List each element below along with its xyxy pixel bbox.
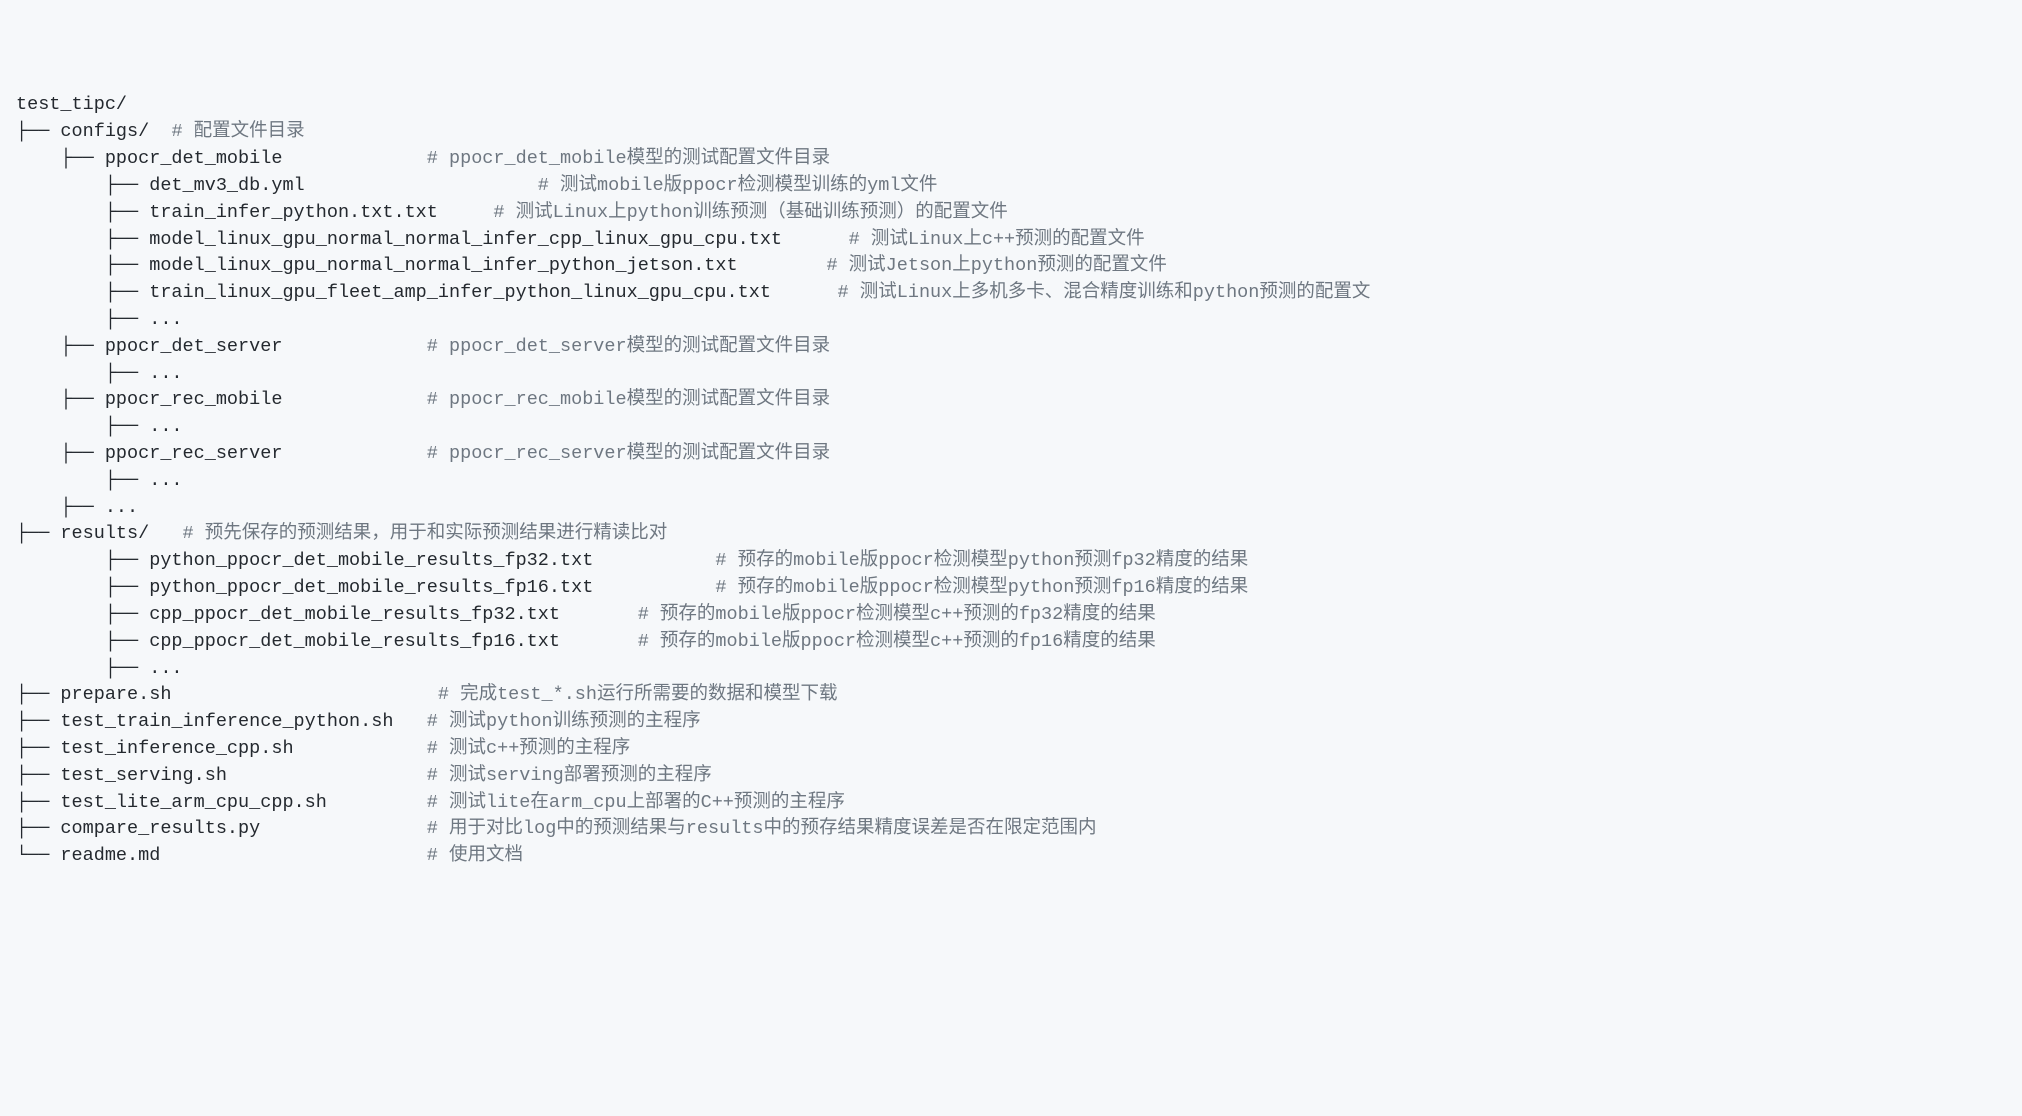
tree-line: ├── ppocr_rec_server # ppocr_rec_server模… — [16, 441, 2006, 468]
tree-line-text: ├── cpp_ppocr_det_mobile_results_fp16.tx… — [16, 631, 638, 652]
tree-line: ├── ppocr_det_mobile # ppocr_det_mobile模… — [16, 146, 2006, 173]
tree-line: ├── python_ppocr_det_mobile_results_fp32… — [16, 548, 2006, 575]
tree-line-comment: # 测试mobile版ppocr检测模型训练的yml文件 — [538, 175, 938, 196]
tree-line-text: ├── results/ — [16, 523, 183, 544]
tree-line: ├── test_train_inference_python.sh # 测试p… — [16, 709, 2006, 736]
tree-line-text: ├── configs/ — [16, 121, 171, 142]
tree-line: ├── train_linux_gpu_fleet_amp_infer_pyth… — [16, 280, 2006, 307]
tree-line-text: ├── ... — [16, 416, 205, 437]
tree-line-text: ├── python_ppocr_det_mobile_results_fp32… — [16, 550, 715, 571]
tree-line-comment: # 完成test_*.sh运行所需要的数据和模型下载 — [438, 684, 838, 705]
tree-line-text: ├── test_lite_arm_cpu_cpp.sh — [16, 792, 427, 813]
tree-line: ├── train_infer_python.txt.txt # 测试Linux… — [16, 200, 2006, 227]
tree-line-text: ├── compare_results.py — [16, 818, 427, 839]
tree-line: ├── ... — [16, 656, 2006, 683]
tree-line-text: test_tipc/ — [16, 94, 127, 115]
tree-line-comment: # ppocr_rec_mobile模型的测试配置文件目录 — [427, 389, 830, 410]
tree-line-text: ├── det_mv3_db.yml — [16, 175, 538, 196]
tree-line: ├── ppocr_det_server # ppocr_det_server模… — [16, 334, 2006, 361]
tree-line: test_tipc/ — [16, 92, 2006, 119]
tree-line: ├── test_serving.sh # 测试serving部署预测的主程序 — [16, 763, 2006, 790]
tree-line-text: ├── ... — [16, 470, 205, 491]
tree-line-text: ├── prepare.sh — [16, 684, 438, 705]
tree-line-comment: # 预存的mobile版ppocr检测模型python预测fp32精度的结果 — [715, 550, 1248, 571]
tree-line-text: ├── ... — [16, 497, 171, 518]
tree-line-comment: # 配置文件目录 — [171, 121, 304, 142]
tree-line-comment: # 测试python训练预测的主程序 — [427, 711, 701, 732]
tree-line-comment: # 测试Linux上python训练预测（基础训练预测）的配置文件 — [493, 202, 1007, 223]
tree-line-comment: # 测试Linux上c++预测的配置文件 — [849, 229, 1145, 250]
tree-line: ├── ... — [16, 468, 2006, 495]
tree-line-text: ├── ppocr_det_server — [16, 336, 427, 357]
tree-line-comment: # 测试Linux上多机多卡、混合精度训练和python预测的配置文 — [838, 282, 1371, 303]
tree-line-text: ├── train_linux_gpu_fleet_amp_infer_pyth… — [16, 282, 838, 303]
tree-line-text: ├── ... — [16, 658, 205, 679]
tree-line-comment: # 预存的mobile版ppocr检测模型c++预测的fp32精度的结果 — [638, 604, 1156, 625]
tree-line-comment: # ppocr_det_mobile模型的测试配置文件目录 — [427, 148, 830, 169]
tree-line-text: └── readme.md — [16, 845, 427, 866]
tree-line-text: ├── ... — [16, 363, 205, 384]
tree-line: ├── model_linux_gpu_normal_normal_infer_… — [16, 253, 2006, 280]
tree-line-comment: # 使用文档 — [427, 845, 523, 866]
tree-line: ├── configs/ # 配置文件目录 — [16, 119, 2006, 146]
tree-line: ├── model_linux_gpu_normal_normal_infer_… — [16, 227, 2006, 254]
tree-line: ├── cpp_ppocr_det_mobile_results_fp32.tx… — [16, 602, 2006, 629]
tree-line-comment: # ppocr_rec_server模型的测试配置文件目录 — [427, 443, 830, 464]
directory-tree-block: test_tipc/ ├── configs/ # 配置文件目录 ├── ppoc… — [16, 92, 2006, 870]
tree-line: ├── test_inference_cpp.sh # 测试c++预测的主程序 — [16, 736, 2006, 763]
tree-line: ├── ... — [16, 495, 2006, 522]
tree-line-comment: # 测试Jetson上python预测的配置文件 — [826, 255, 1166, 276]
tree-line-text: ├── ppocr_rec_server — [16, 443, 427, 464]
tree-line-comment: # 测试lite在arm_cpu上部署的C++预测的主程序 — [427, 792, 845, 813]
tree-line: ├── prepare.sh # 完成test_*.sh运行所需要的数据和模型下… — [16, 682, 2006, 709]
tree-line: ├── compare_results.py # 用于对比log中的预测结果与r… — [16, 816, 2006, 843]
tree-line-comment: # 预存的mobile版ppocr检测模型python预测fp16精度的结果 — [715, 577, 1248, 598]
tree-line-text: ├── ppocr_det_mobile — [16, 148, 427, 169]
tree-line-text: ├── test_train_inference_python.sh — [16, 711, 427, 732]
tree-line: ├── python_ppocr_det_mobile_results_fp16… — [16, 575, 2006, 602]
tree-line-comment: # 预先保存的预测结果，用于和实际预测结果进行精读比对 — [183, 523, 668, 544]
tree-line: ├── test_lite_arm_cpu_cpp.sh # 测试lite在ar… — [16, 790, 2006, 817]
tree-line: ├── ... — [16, 307, 2006, 334]
tree-line-text: ├── model_linux_gpu_normal_normal_infer_… — [16, 255, 826, 276]
tree-line-text: ├── train_infer_python.txt.txt — [16, 202, 493, 223]
tree-line-text: ├── python_ppocr_det_mobile_results_fp16… — [16, 577, 715, 598]
tree-line: ├── ... — [16, 361, 2006, 388]
tree-line-text: ├── model_linux_gpu_normal_normal_infer_… — [16, 229, 849, 250]
tree-line-text: ├── ppocr_rec_mobile — [16, 389, 427, 410]
tree-line: ├── det_mv3_db.yml # 测试mobile版ppocr检测模型训… — [16, 173, 2006, 200]
tree-line: ├── ... — [16, 414, 2006, 441]
tree-line-text: ├── test_serving.sh — [16, 765, 427, 786]
tree-line-comment: # 测试serving部署预测的主程序 — [427, 765, 712, 786]
tree-line-text: ├── test_inference_cpp.sh — [16, 738, 427, 759]
tree-line-comment: # ppocr_det_server模型的测试配置文件目录 — [427, 336, 830, 357]
tree-line: ├── cpp_ppocr_det_mobile_results_fp16.tx… — [16, 629, 2006, 656]
tree-line-comment: # 用于对比log中的预测结果与results中的预存结果精度误差是否在限定范围… — [427, 818, 1097, 839]
tree-line: ├── ppocr_rec_mobile # ppocr_rec_mobile模… — [16, 387, 2006, 414]
tree-line-comment: # 预存的mobile版ppocr检测模型c++预测的fp16精度的结果 — [638, 631, 1156, 652]
tree-line-text: ├── ... — [16, 309, 205, 330]
tree-line-text: ├── cpp_ppocr_det_mobile_results_fp32.tx… — [16, 604, 638, 625]
tree-line: ├── results/ # 预先保存的预测结果，用于和实际预测结果进行精读比对 — [16, 521, 2006, 548]
tree-line-comment: # 测试c++预测的主程序 — [427, 738, 631, 759]
tree-line: └── readme.md # 使用文档 — [16, 843, 2006, 870]
